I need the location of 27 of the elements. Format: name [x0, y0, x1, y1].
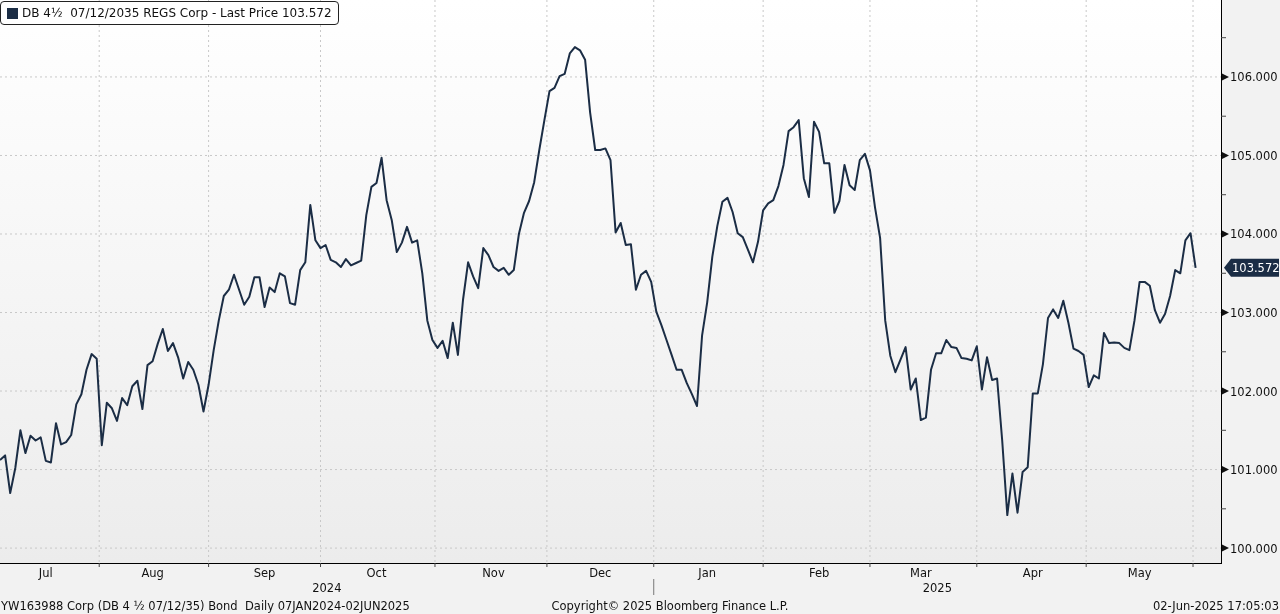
y-axis-label: 104.000: [1230, 227, 1278, 242]
y-axis-label: 101.000: [1230, 463, 1278, 478]
x-axis-label: Feb: [808, 566, 830, 580]
legend-label: DB 4½ 07/12/2035 REGS Corp - Last Price 103.572: [22, 6, 332, 20]
x-axis-label: Apr: [1022, 566, 1043, 580]
y-axis-label: 100.000: [1230, 541, 1278, 556]
x-axis-label: Aug: [141, 566, 164, 580]
timestamp: 02-Jun-2025 17:05:03: [1151, 598, 1279, 613]
x-axis-label: Nov: [482, 566, 505, 580]
y-axis-label: 103.000: [1230, 306, 1278, 320]
year-label: 2025: [922, 581, 952, 595]
x-axis-label: Oct: [366, 566, 387, 580]
y-axis-label: 106.000: [1230, 70, 1278, 85]
x-axis-label: Jan: [698, 566, 717, 580]
x-axis-label: Sep: [253, 566, 276, 580]
x-axis-label: Mar: [910, 566, 932, 580]
year-label: 2024: [312, 581, 342, 595]
last-price-tag: 103.572: [1224, 258, 1280, 277]
security-description: YW163988 Corp (DB 4 ½ 07/12/35) Bond Daily 07JAN2024-02JUN2025: [1, 598, 411, 613]
tick-marker-icon: [1222, 309, 1229, 316]
x-axis-label: Jul: [38, 566, 53, 580]
x-axis-label: May: [1127, 566, 1152, 580]
copyright-text: Copyright© 2025 Bloomberg Finance L.P.: [550, 598, 789, 613]
y-axis-label: 105.000: [1230, 148, 1278, 163]
x-axis-label: Dec: [589, 566, 612, 580]
y-axis-label: 102.000: [1230, 384, 1278, 399]
series-swatch-icon: [7, 7, 18, 19]
